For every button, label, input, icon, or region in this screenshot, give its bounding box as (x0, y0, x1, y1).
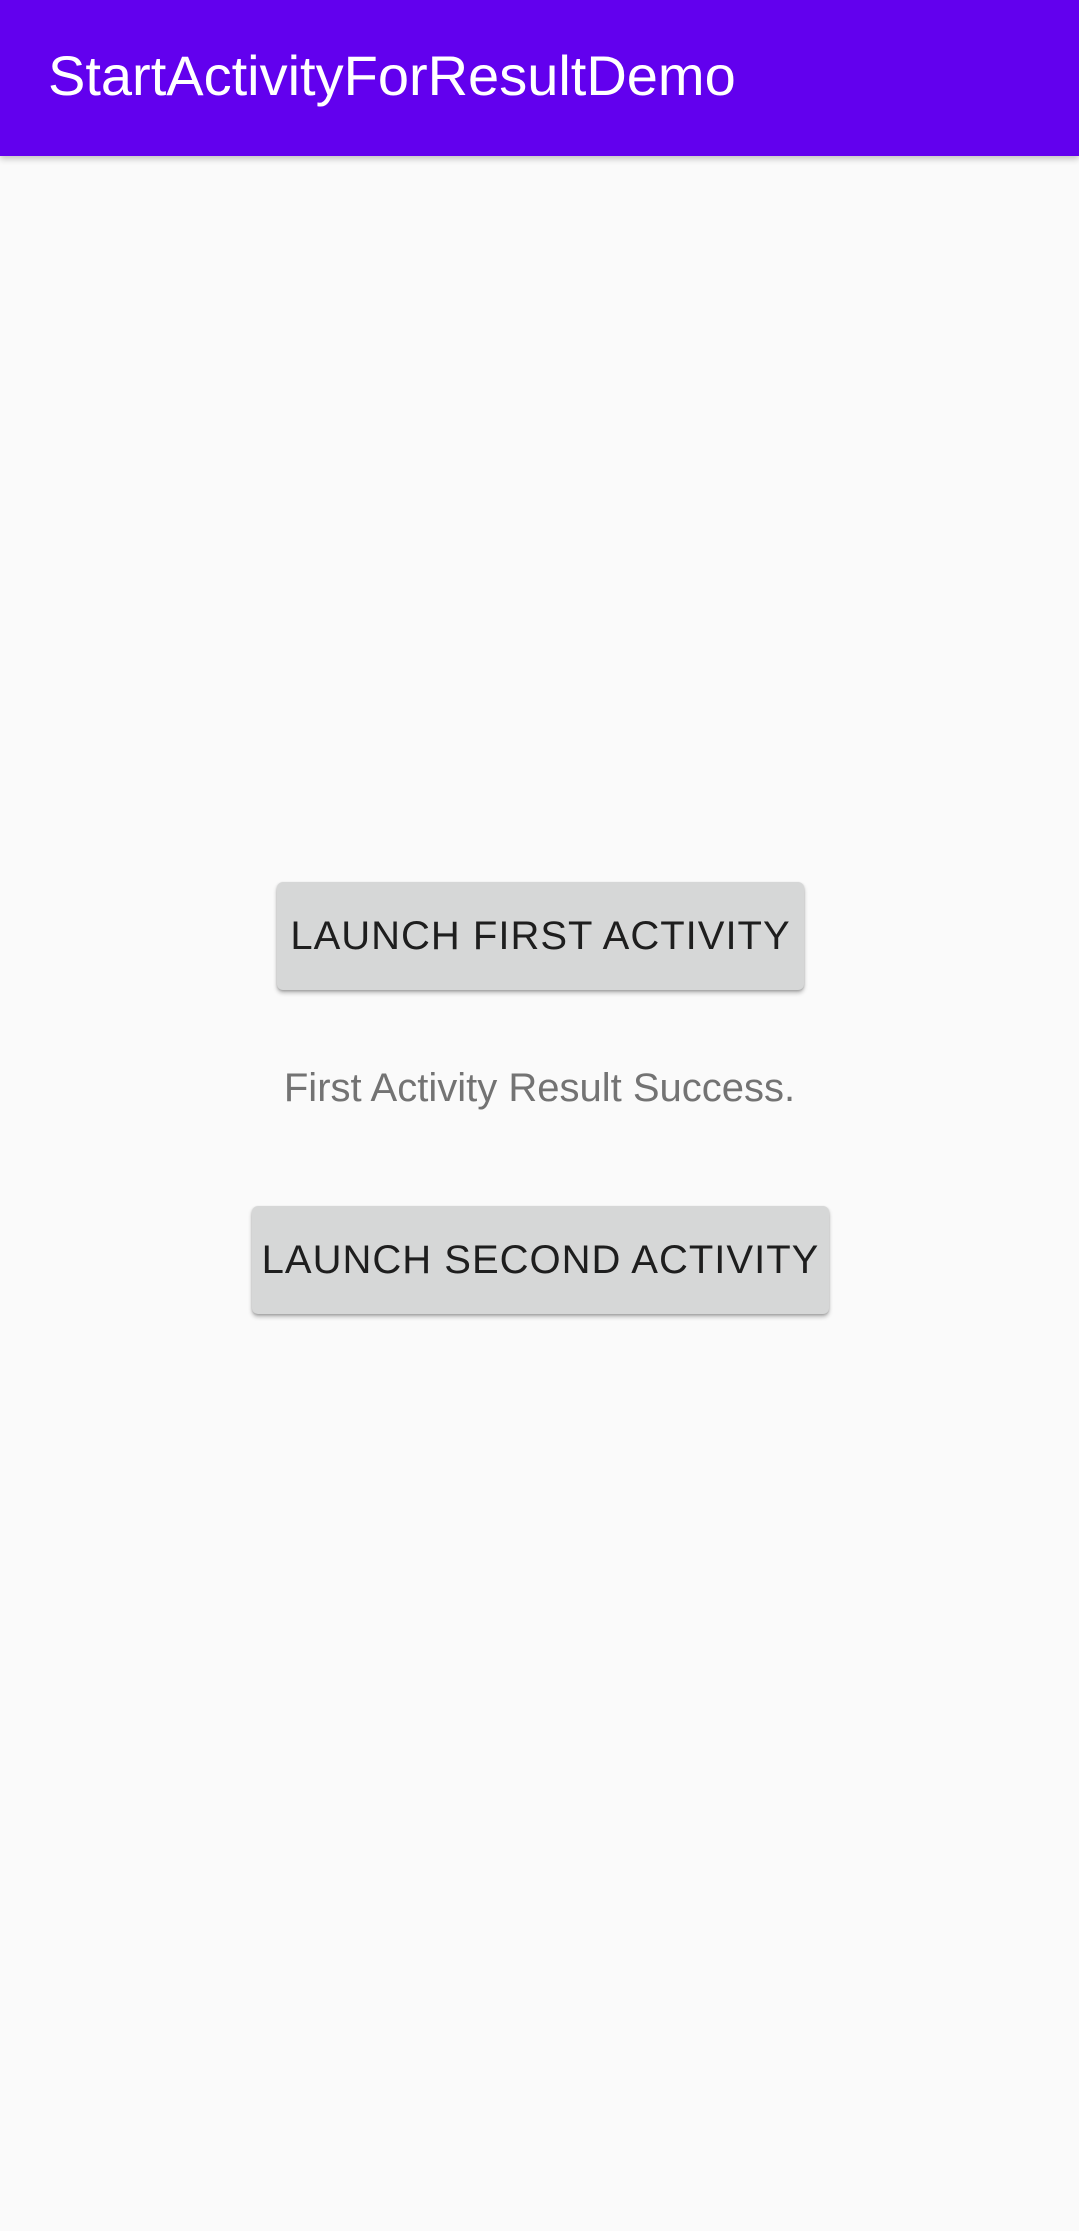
launch-second-activity-button[interactable]: LAUNCH SECOND ACTIVITY (252, 1206, 829, 1314)
result-text: First Activity Result Success. (283, 1066, 796, 1110)
app-title: StartActivityForResultDemo (48, 44, 736, 107)
main-content (0, 156, 1079, 2231)
launch-first-activity-button[interactable]: LAUNCH FIRST ACTIVITY (277, 882, 804, 990)
app-bar: StartActivityForResultDemo (0, 0, 1079, 156)
